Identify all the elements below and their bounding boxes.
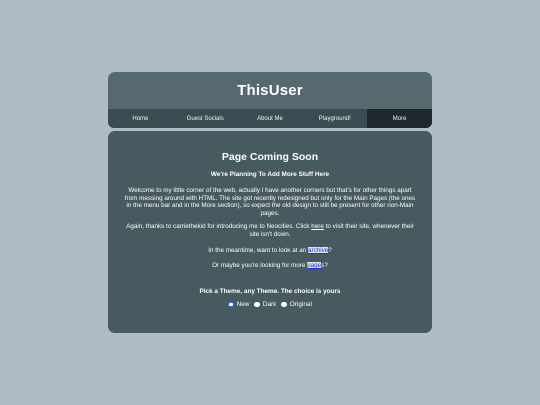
theme-option-original[interactable]: Original: [281, 301, 312, 308]
thanks-paragraph: Again, thanks to carriethekid for introd…: [122, 223, 418, 238]
nav-item-label: About Me: [257, 115, 283, 122]
archive-text-before: In the meantime, want to look at an: [208, 246, 308, 254]
main-nav: Home Guest Socials About Me Playground! …: [108, 109, 432, 128]
nav-item-label: Guest Socials: [186, 115, 224, 122]
theme-option-label: Original: [289, 300, 312, 308]
theme-radio-original[interactable]: [281, 301, 287, 307]
theme-picker: New Dark Original: [122, 301, 418, 308]
archive-text-after: ?: [328, 246, 332, 254]
theme-picker-title: Pick a Theme, any Theme. The choice is y…: [199, 287, 341, 295]
pages-paragraph: Or maybe you're looking for more pages?: [122, 262, 418, 270]
theme-option-label: New: [236, 300, 250, 308]
page-title: Page Coming Soon: [221, 151, 319, 163]
nav-item-label: Home: [132, 115, 149, 122]
site-title: ThisUser: [237, 82, 303, 99]
pages-text-before: Or maybe you're looking for more: [212, 262, 308, 270]
nav-item-more[interactable]: More: [367, 109, 432, 128]
welcome-paragraph: Welcome to my little corner of the web, …: [124, 187, 416, 217]
archive-link[interactable]: archive: [307, 246, 329, 254]
theme-option-label: Dark: [262, 300, 277, 308]
theme-option-new[interactable]: New: [228, 301, 249, 308]
thanks-text-before: Again, thanks to carriethekid for introd…: [126, 223, 312, 231]
theme-option-dark[interactable]: Dark: [254, 301, 276, 308]
neocities-friend-link[interactable]: here: [311, 223, 324, 230]
nav-item-playground[interactable]: Playground!: [302, 109, 367, 128]
theme-radio-new[interactable]: [228, 301, 234, 307]
nav-item-home[interactable]: Home: [108, 109, 173, 128]
pages-link[interactable]: page: [307, 262, 322, 270]
archive-paragraph: In the meantime, want to look at an arch…: [122, 246, 418, 255]
page-subheading: We're Planning To Add More Stuff Here: [210, 171, 330, 178]
nav-item-label: Playground!: [318, 115, 351, 122]
main-content: Page Coming Soon We're Planning To Add M…: [108, 131, 432, 333]
site-header: ThisUser: [108, 72, 432, 109]
theme-radio-dark[interactable]: [254, 301, 260, 307]
pages-text-after: s?: [321, 262, 328, 270]
nav-item-about-me[interactable]: About Me: [238, 109, 303, 128]
nav-item-guest-socials[interactable]: Guest Socials: [173, 109, 238, 128]
nav-item-label: More: [392, 115, 407, 122]
